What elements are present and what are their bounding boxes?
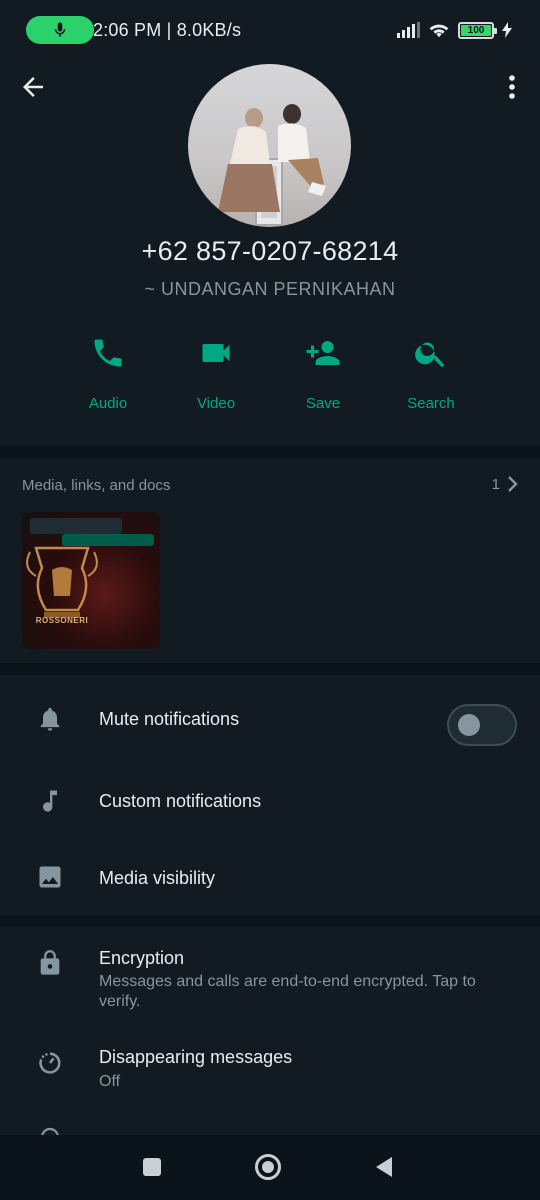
- custom-notifications-row[interactable]: Custom notifications: [0, 765, 540, 835]
- media-count-link[interactable]: 1: [492, 475, 518, 493]
- video-call-button[interactable]: Video: [166, 331, 266, 421]
- mute-toggle[interactable]: [447, 704, 517, 746]
- contact-about: ~ UNDANGAN PERNIKAHAN: [144, 279, 396, 299]
- battery-level: 100: [461, 24, 491, 36]
- status-time: 2:06 PM | 8.0KB/s: [93, 20, 242, 40]
- toggle-knob: [458, 714, 480, 736]
- wifi-icon: [429, 24, 449, 38]
- profile-avatar[interactable]: [188, 64, 351, 227]
- system-nav-bar: [0, 1135, 540, 1200]
- disappearing-messages-subtext: Off: [99, 1073, 121, 1090]
- add-person-icon: [306, 341, 340, 365]
- media-visibility-label: Media visibility: [99, 868, 216, 888]
- search-label: Search: [407, 395, 455, 412]
- privacy-settings: Encryption Messages and calls are end-to…: [0, 927, 540, 1137]
- status-bar: 2:06 PM | 8.0KB/s 100: [0, 0, 540, 46]
- charging-icon: [502, 22, 512, 38]
- video-label: Video: [196, 395, 236, 412]
- mute-notifications-row[interactable]: Mute notifications: [0, 683, 540, 753]
- mic-icon: [54, 22, 66, 37]
- status-icons: 100: [396, 21, 512, 39]
- more-vert-icon: [509, 75, 515, 99]
- video-icon: [202, 344, 230, 362]
- signal-icon: [397, 22, 420, 38]
- encryption-subtext: Messages and calls are end-to-end encryp…: [99, 973, 476, 1010]
- back-button[interactable]: [18, 72, 48, 102]
- audio-label: Audio: [88, 395, 128, 412]
- recents-button[interactable]: [142, 1157, 162, 1177]
- music-note-icon: [43, 790, 57, 812]
- chevron-right-icon: [508, 476, 518, 492]
- search-button[interactable]: Search: [381, 331, 481, 421]
- back-nav-button[interactable]: [374, 1155, 394, 1179]
- battery-icon: 100: [458, 21, 497, 39]
- mute-notifications-label: Mute notifications: [99, 709, 240, 729]
- trophy-logo-image: [26, 546, 98, 618]
- bell-icon: [40, 707, 60, 731]
- audio-call-button[interactable]: Audio: [58, 331, 158, 421]
- phone-icon: [94, 339, 122, 367]
- media-thumbnail[interactable]: ROSSONERI: [22, 512, 160, 649]
- avatar-photo: [218, 104, 326, 226]
- more-options-button[interactable]: [502, 72, 522, 102]
- notification-settings: Mute notifications Custom notifications …: [0, 675, 540, 915]
- image-icon: [39, 866, 61, 888]
- disappearing-messages-row[interactable]: Disappearing messages Off: [0, 1039, 540, 1109]
- arrow-back-icon: [23, 77, 43, 97]
- media-visibility-row[interactable]: Media visibility: [0, 843, 540, 913]
- contact-phone-number[interactable]: +62 857-0207-68214: [0, 236, 540, 267]
- custom-notifications-label: Custom notifications: [99, 791, 262, 811]
- mic-indicator[interactable]: [26, 16, 94, 44]
- thumb-chat-bubble: [30, 518, 122, 534]
- save-label: Save: [305, 395, 341, 412]
- search-icon: [415, 342, 445, 368]
- disappearing-messages-label: Disappearing messages: [99, 1047, 293, 1067]
- save-contact-button[interactable]: Save: [273, 331, 373, 421]
- lock-icon: [40, 950, 60, 975]
- profile-header: +62 857-0207-68214 ~ UNDANGAN PERNIKAHAN…: [0, 46, 540, 446]
- media-count: 1: [491, 475, 500, 493]
- encryption-label: Encryption: [99, 948, 185, 968]
- encryption-row[interactable]: Encryption Messages and calls are end-to…: [0, 935, 540, 1025]
- media-section-title: Media, links, and docs: [22, 477, 171, 494]
- media-section[interactable]: Media, links, and docs 1 ROSSONERI: [0, 458, 540, 663]
- timer-icon: [39, 1052, 61, 1074]
- thumb-caption: ROSSONERI: [35, 616, 89, 625]
- home-button[interactable]: [254, 1153, 282, 1181]
